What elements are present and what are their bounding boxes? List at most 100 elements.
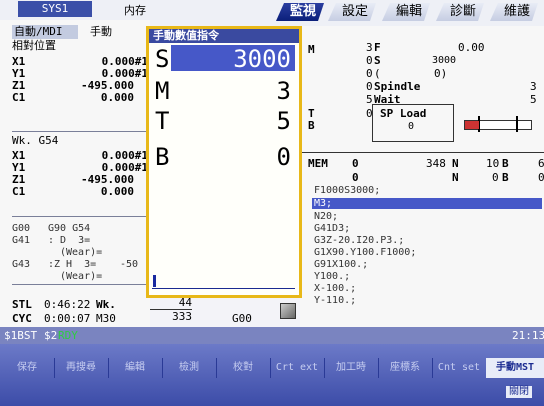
divider [302,152,544,153]
dialog-value-b[interactable]: 0 [173,145,291,169]
input-cursor [153,275,156,287]
prog-bval2: 0 [538,171,544,184]
mode-tab-auto[interactable]: 自動/MDI [12,25,78,39]
softkey-bar: 保存 再搜尋 編輯 檢測 校對 Crt ext 加工時 座標系 Cnt set … [0,344,544,406]
tab-maintenance[interactable]: 維護 [490,3,538,21]
modal-d: : D 3= [48,235,91,246]
dialog-input-field[interactable] [152,273,295,289]
t-label: T [308,107,315,120]
tool-icon [280,303,296,319]
softkey-coordinates[interactable]: 座標系 [378,358,433,378]
stl-time: 0:46:22 [44,298,91,311]
paren-right: 0) [434,67,448,80]
prog-o1: 0 [352,157,359,170]
softkey-machining-time[interactable]: 加工時 [324,358,379,378]
modal-g41: G41 [12,235,31,246]
softkey-research[interactable]: 再搜尋 [54,358,109,378]
rdy-indicator: RDY [58,329,78,342]
program-line: X-100.; [314,283,357,294]
dialog-value-s[interactable]: 3000 [173,47,291,71]
f-label: F [374,41,381,54]
tab-setup[interactable]: 設定 [328,3,376,21]
mem-label: MEM [308,157,328,170]
softkey-collate[interactable]: 校對 [216,358,271,378]
tab-diagnosis[interactable]: 診斷 [436,3,484,21]
wait-value: 5 [530,93,537,106]
dialog-title: 手動數值指令 [149,29,299,43]
mode-tab-manual[interactable]: 手動 [90,26,112,37]
sp-load-fill [465,121,479,129]
modal-g43: G43 [12,259,31,270]
prog-b: B [502,157,509,170]
cyc-m-label: M30 [96,312,116,325]
softkey-crt-ext[interactable]: Crt ext [270,358,325,378]
cyc-m-value: 333 [172,310,192,323]
memory-label: 内存 [124,4,146,17]
softkey-check[interactable]: 檢測 [162,358,217,378]
tab-monitor[interactable]: 監視 [276,3,324,21]
current-line-highlight [312,198,542,209]
paren-num: 0 [366,67,373,80]
status-bar: $1BST $2 RDY 21:13 [0,327,544,344]
rdy-prefix: $2 [44,329,58,342]
softkey-edit[interactable]: 編輯 [108,358,163,378]
program-line: G41D3; [314,223,351,234]
modal-g00: G00 [12,223,31,234]
divider [12,216,146,217]
tab-edit[interactable]: 編輯 [382,3,430,21]
prog-o2: 0 [352,171,359,184]
program-line: F1000S3000; [314,185,381,196]
work-coordinate-title: Wk. G54 [12,134,59,147]
b-label: B [308,119,315,132]
f-value: 0.00 [458,41,485,54]
prog-nval: 10 [486,157,500,170]
work-value-z1: -495.000 [81,173,134,186]
modal-g90: G90 G54 [48,223,91,234]
prog-n: N [452,157,459,170]
program-line: G3Z-20.I20.P3.; [314,235,405,246]
work-value-y1: 0.000#1 [101,161,148,174]
sp-load-marker [516,116,518,132]
s-num: 0 [366,54,373,67]
work-axis-z1: Z1 [12,173,26,186]
s-label: S [374,54,381,67]
m-label: M [308,43,315,56]
divider [12,131,146,132]
dialog-value-m[interactable]: 3 [173,79,291,103]
dialog-value-t[interactable]: 5 [173,109,291,133]
stl-wk-value: 44 [178,296,192,309]
program-line: G91X100.; [314,259,369,270]
modal-wear1: (Wear)= [60,247,103,258]
sp-load-label: SP Load [380,107,427,120]
s-value: 3000 [432,55,457,66]
prog-bval: 6 [538,157,544,170]
program-line-current: M3; [314,198,333,209]
rel-value-y1: 0.000#1 [101,67,148,80]
sp-load-zero: 0 [408,121,415,132]
clock: 21:13 [512,329,544,342]
softkey-save[interactable]: 保存 [0,358,55,378]
dialog-label-t: T [155,107,170,135]
paren-left: ( [374,67,381,80]
rel-axis-z1: Z1 [12,79,26,92]
softkey-cnt-set[interactable]: Cnt set [432,358,487,378]
rel-value-x1: 0.000#1 [101,55,148,68]
softkey-manual-mst[interactable]: 手動MST [486,358,544,378]
stl-wk-label: Wk. [96,298,116,311]
f-num: 3 [366,41,373,54]
softkey-close[interactable]: 關閉 [506,386,532,398]
program-line: N20; [314,211,339,222]
system-indicator: SYS1 [18,1,92,17]
modal-zh: :Z H 3= [48,259,97,270]
rel-value-c1: 0.000 [100,91,134,104]
dialog-label-b: B [155,143,170,171]
spindle-value: 3 [530,80,537,93]
work-axis-y1: Y1 [12,161,26,174]
divider [12,284,146,285]
bst-indicator: $1BST [4,329,38,342]
cyc-time: 0:00:07 [44,312,91,325]
rel-axis-y1: Y1 [12,67,26,80]
stl-label: STL [12,298,32,311]
program-line: G1X90.Y100.F1000; [314,247,417,258]
work-axis-x1: X1 [12,149,26,162]
